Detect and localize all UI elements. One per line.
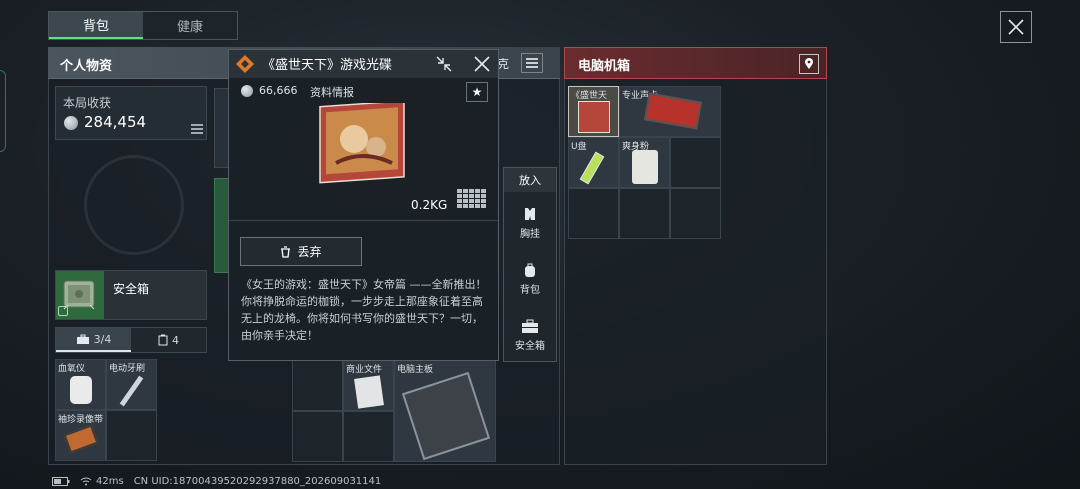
emblem-watermark xyxy=(84,155,184,255)
place-into-safebox[interactable]: 安全箱 xyxy=(504,318,556,352)
item-electric-toothbrush[interactable]: 电动牙刷 xyxy=(106,359,157,410)
list-icon xyxy=(526,58,538,68)
item-label: 血氧仪 xyxy=(58,364,86,374)
slot-tab-toolbox[interactable]: 3/4 xyxy=(56,328,131,352)
tab-health[interactable]: 健康 xyxy=(143,12,237,39)
clipboard-icon xyxy=(158,334,168,346)
item-label: 袖珍录像带 xyxy=(58,415,104,425)
place-into-backpack-label: 背包 xyxy=(520,285,540,296)
safebox-icon xyxy=(522,319,538,333)
battery-icon xyxy=(52,477,70,486)
income-value: 284,454 xyxy=(84,113,147,131)
item-business-file[interactable]: 商业文件 xyxy=(343,360,394,411)
place-into-vest[interactable]: 胸挂 xyxy=(504,206,556,240)
collapse-icon xyxy=(436,56,452,72)
empty-slot[interactable] xyxy=(670,137,721,188)
close-button[interactable] xyxy=(1000,11,1032,43)
safebox-label: 安全箱 xyxy=(113,282,150,296)
location-button[interactable] xyxy=(799,54,819,74)
empty-slot[interactable] xyxy=(343,411,394,462)
item-label: 电脑主板 xyxy=(397,365,434,375)
game-logo-icon xyxy=(236,55,254,73)
slot-tab-clipboard-label: 4 xyxy=(172,333,179,347)
place-into-backpack[interactable]: 背包 xyxy=(504,262,556,296)
divider xyxy=(229,220,498,221)
top-tabs: 背包 健康 xyxy=(48,11,238,40)
empty-slot[interactable] xyxy=(292,360,343,411)
location-pin-icon xyxy=(805,58,813,69)
income-list-icon[interactable] xyxy=(191,124,203,134)
backpack-grid: 商业文件 电脑主板 xyxy=(292,360,496,462)
safebox-grid: 血氧仪 电动牙刷 袖珍录像带 xyxy=(55,359,157,461)
item-oximeter[interactable]: 血氧仪 xyxy=(55,359,106,410)
computer-case-title: 电脑机箱 xyxy=(578,59,631,74)
star-icon: ★ xyxy=(471,85,483,99)
computer-case-grid: 《盛世天 专业声卡 U盘 爽身粉 xyxy=(568,86,721,239)
item-category: 资料情报 xyxy=(310,86,354,99)
lock-icon xyxy=(58,306,68,316)
vest-icon xyxy=(525,208,535,220)
toolbox-icon xyxy=(76,334,89,344)
item-body-powder[interactable]: 爽身粉 xyxy=(619,137,670,188)
item-label: 商业文件 xyxy=(346,365,383,375)
discard-button[interactable]: 丢弃 xyxy=(240,237,362,266)
empty-slot[interactable] xyxy=(568,188,619,239)
ping-value: 42ms xyxy=(96,476,124,487)
place-into-safebox-label: 安全箱 xyxy=(515,341,545,352)
side-drawer-handle[interactable] xyxy=(0,70,6,152)
item-label: U盘 xyxy=(571,142,587,152)
discard-label: 丢弃 xyxy=(297,245,322,259)
item-game-disc[interactable]: 《盛世天 xyxy=(568,86,619,137)
backpack-icon xyxy=(525,263,535,277)
place-into-header: 放入 xyxy=(504,168,556,192)
wifi-icon xyxy=(80,477,92,486)
personal-list-button[interactable] xyxy=(521,53,543,73)
item-label: 《盛世天 xyxy=(571,91,608,101)
empty-slot[interactable] xyxy=(619,188,670,239)
favorite-button[interactable]: ★ xyxy=(466,82,488,102)
item-size-grid-icon xyxy=(457,189,486,208)
item-usb-drive[interactable]: U盘 xyxy=(568,137,619,188)
item-motherboard[interactable]: 电脑主板 xyxy=(394,360,496,462)
empty-slot[interactable] xyxy=(670,188,721,239)
item-description: 《女王的游戏：盛世天下》女帝篇 ——全新推出！你将挣脱命运的枷锁，一步步走上那座… xyxy=(241,278,487,342)
item-weight: 0.2KG xyxy=(411,198,448,212)
collapse-button[interactable] xyxy=(434,54,454,74)
item-price: 66,666 xyxy=(259,84,298,97)
item-pocket-videotape[interactable]: 袖珍录像带 xyxy=(55,410,106,461)
status-bar: 42ms CN UID:18700439520292937880_2026090… xyxy=(52,476,381,487)
income-label: 本局收获 xyxy=(63,96,112,110)
item-label: 电动牙刷 xyxy=(109,364,146,374)
item-detail-title: 《盛世天下》游戏光碟 xyxy=(262,58,393,73)
coin-icon xyxy=(64,116,78,130)
close-icon xyxy=(1008,19,1024,35)
safebox-slot-tabs: 3/4 4 xyxy=(55,327,207,353)
item-sound-card[interactable]: 专业声卡 xyxy=(619,86,721,137)
close-icon xyxy=(474,56,490,72)
empty-slot[interactable] xyxy=(292,411,343,462)
place-into-vest-label: 胸挂 xyxy=(520,229,540,240)
popup-close-button[interactable] xyxy=(471,53,493,75)
game-disc-image xyxy=(319,103,405,184)
slot-tab-clipboard[interactable]: 4 xyxy=(131,328,206,352)
tab-backpack[interactable]: 背包 xyxy=(49,12,143,39)
personal-panel-title: 个人物资 xyxy=(60,59,113,74)
empty-slot[interactable] xyxy=(106,410,157,461)
slot-tab-toolbox-label: 3/4 xyxy=(93,332,112,346)
user-uid: CN UID:18700439520292937880_202609031141 xyxy=(133,476,382,487)
coin-icon xyxy=(241,85,253,97)
trash-icon xyxy=(281,245,291,258)
